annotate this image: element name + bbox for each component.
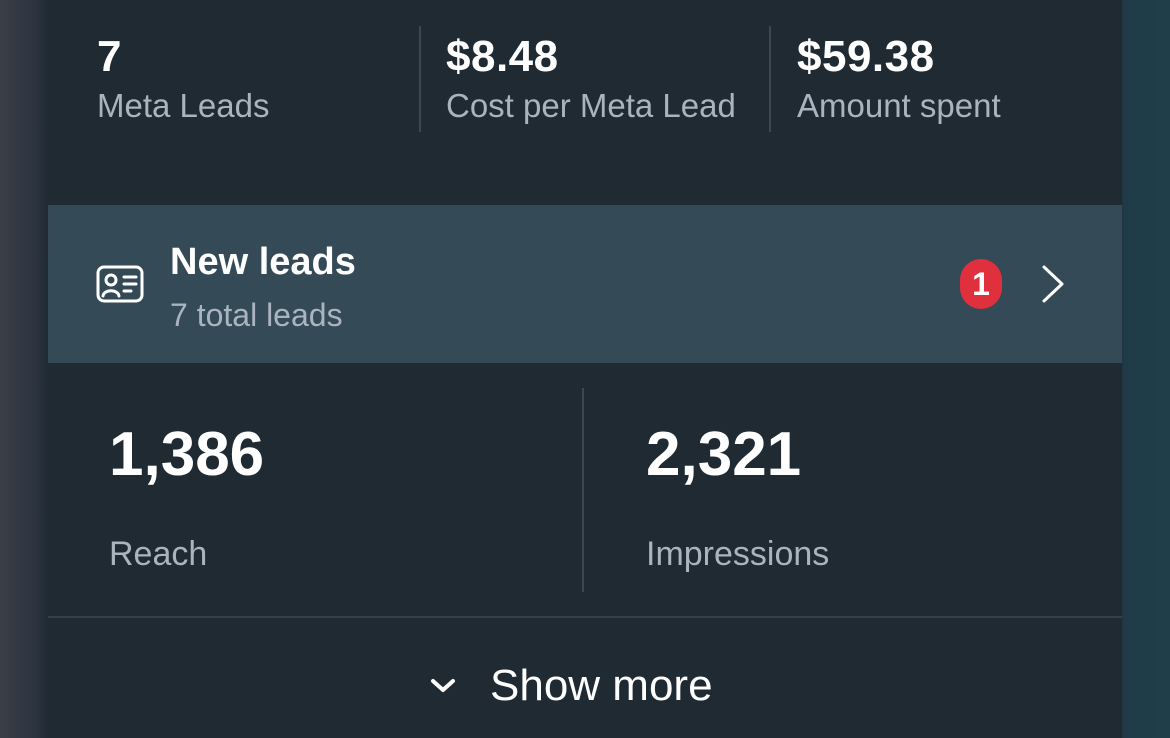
contact-card-icon [96,265,144,303]
chevron-right-icon[interactable] [1038,263,1068,305]
stat-label: Cost per Meta Lead [446,87,736,124]
metric-label: Reach [109,535,208,573]
show-more-button[interactable]: Show more [48,618,1122,738]
divider [769,26,771,132]
divider [582,388,584,592]
new-leads-row[interactable]: New leads 7 total leads 1 [48,205,1122,363]
new-leads-subtitle: 7 total leads [170,297,343,333]
stat-value: $8.48 [446,32,559,81]
divider [419,26,421,132]
stat-meta-leads: 7 Meta Leads [97,30,269,126]
show-more-label: Show more [490,661,713,710]
new-leads-title: New leads [170,241,356,283]
metric-value: 2,321 [646,420,802,489]
metric-reach: 1,386 Reach [109,420,264,574]
stat-label: Amount spent [797,87,1001,124]
stat-cost-per-lead: $8.48 Cost per Meta Lead [446,30,736,126]
stat-amount-spent: $59.38 Amount spent [797,30,1001,126]
stat-value: $59.38 [797,32,935,81]
metric-impressions: 2,321 Impressions [646,420,829,574]
notification-badge: 1 [960,259,1002,309]
ad-results-panel: 7 Meta Leads $8.48 Cost per Meta Lead $5… [48,0,1122,738]
metric-value: 1,386 [109,420,265,489]
chevron-down-icon [431,679,455,692]
stat-label: Meta Leads [97,87,270,124]
stat-value: 7 [97,32,122,81]
metric-label: Impressions [646,535,830,573]
summary-stats: 7 Meta Leads $8.48 Cost per Meta Lead $5… [48,0,1122,205]
